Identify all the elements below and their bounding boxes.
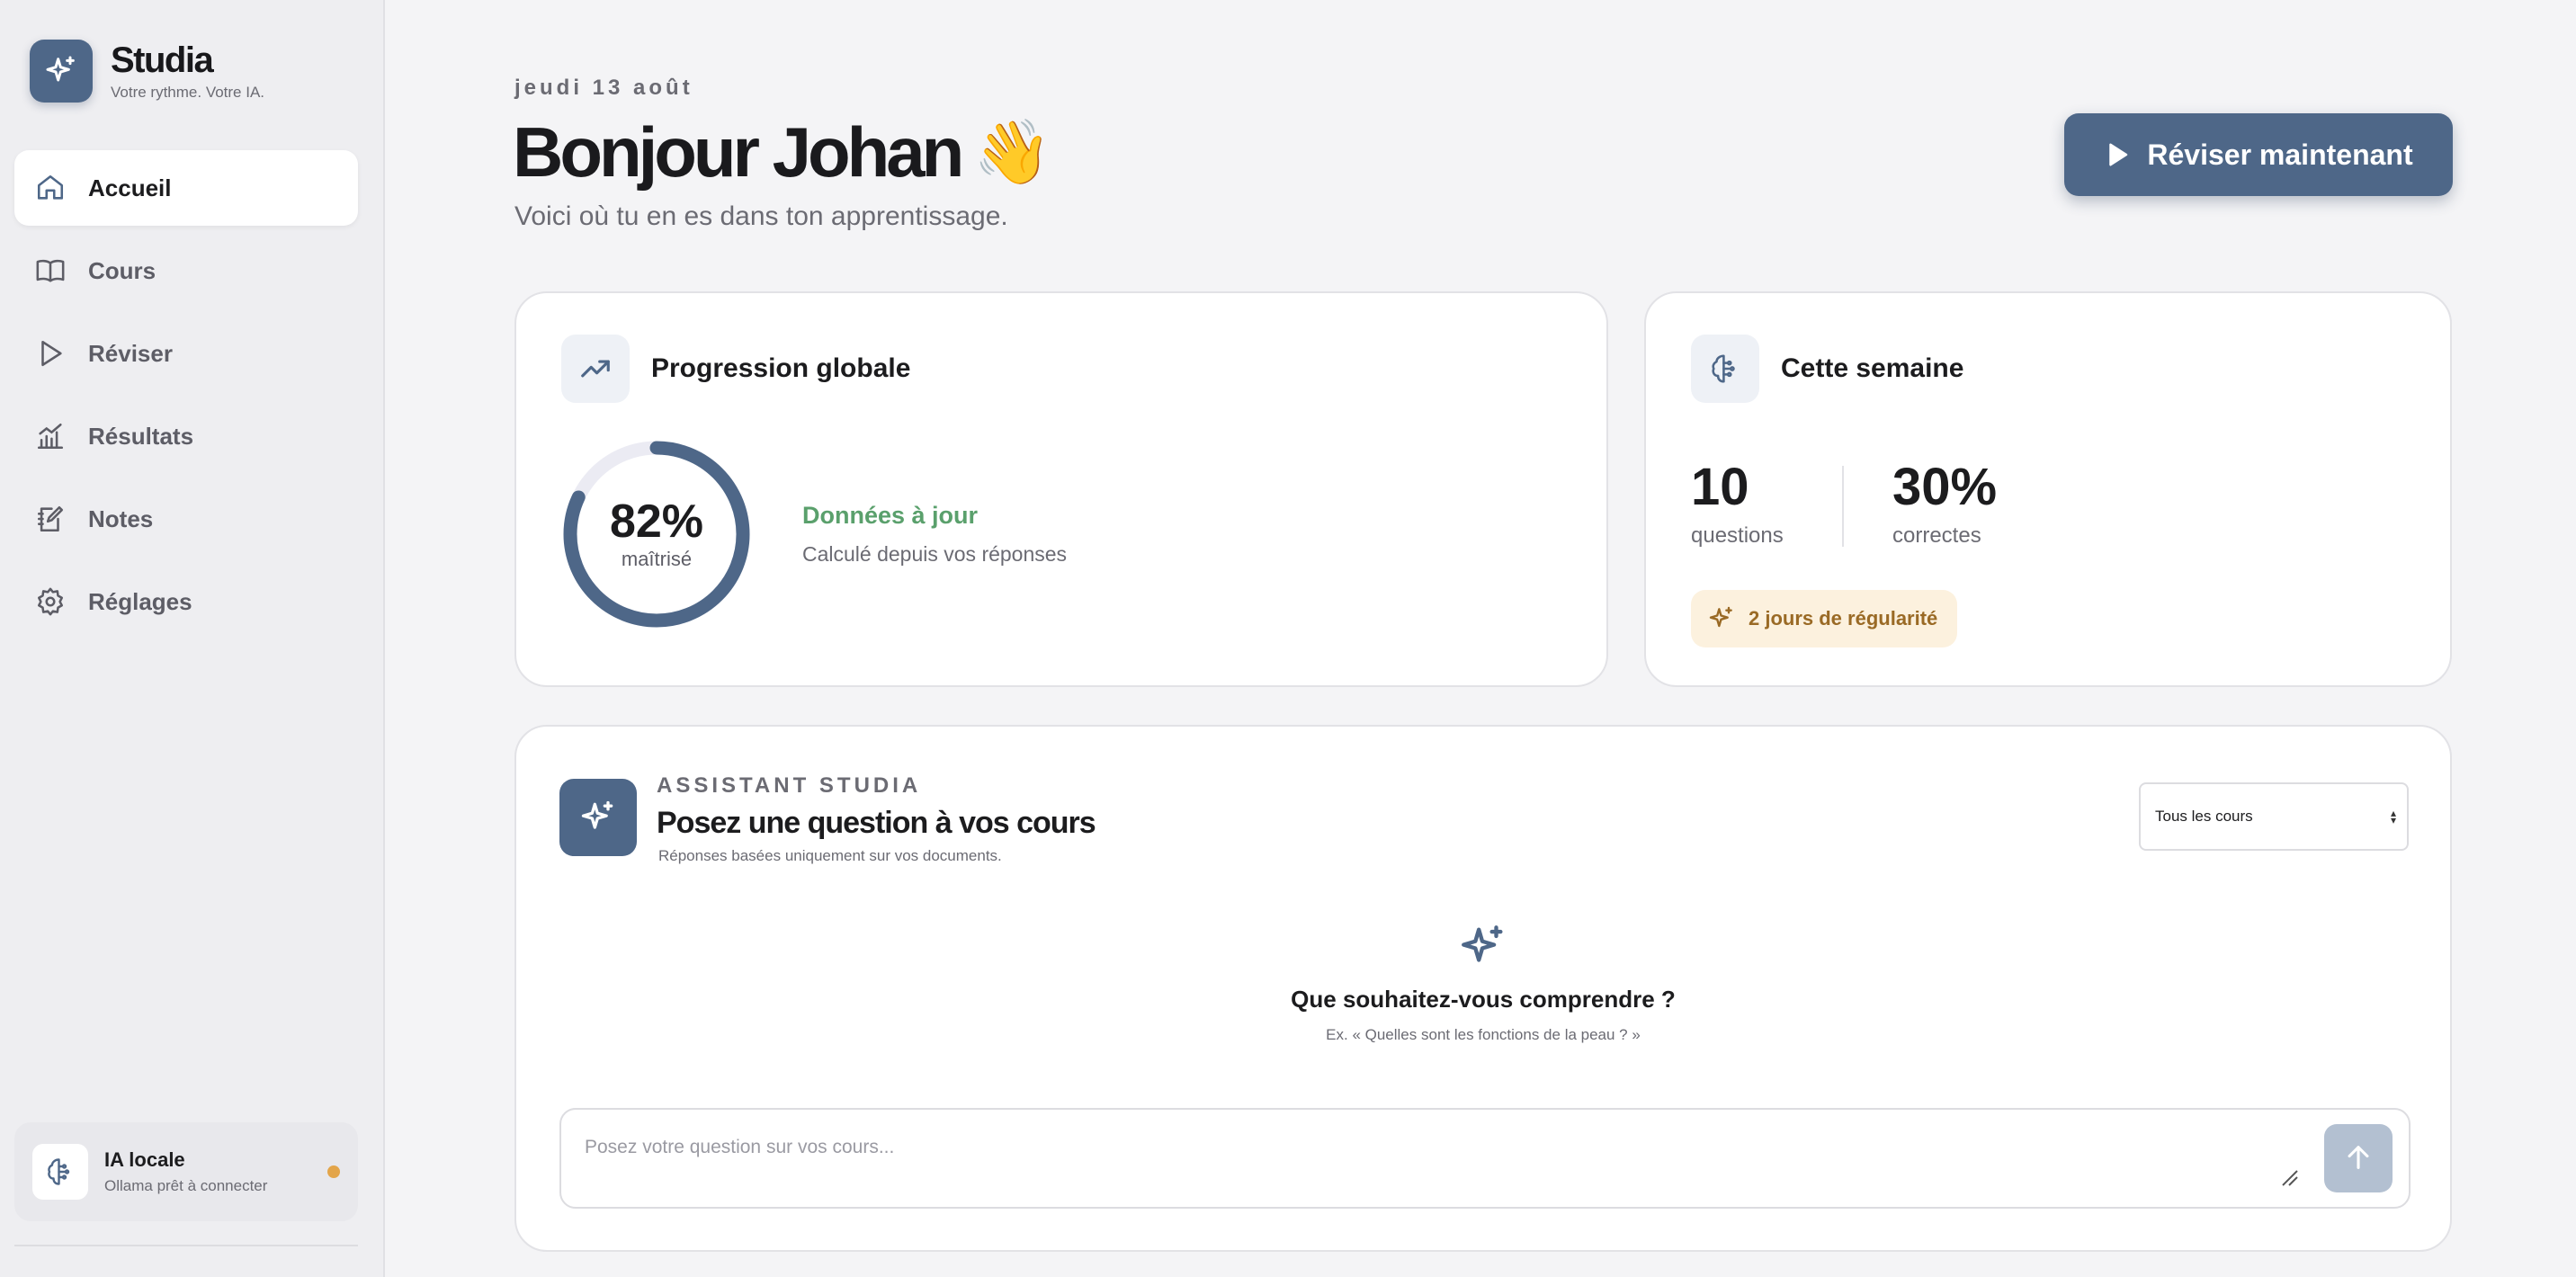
progress-caption: maîtrisé xyxy=(621,548,693,570)
sidebar-item-label: Notes xyxy=(88,505,154,532)
course-select-value: Tous les cours xyxy=(2155,808,2253,825)
empty-state-example: Ex. « Quelles sont les fonctions de la p… xyxy=(1326,1026,1641,1043)
gear-icon xyxy=(34,585,67,618)
page-subtitle: Voici où tu en es dans ton apprentissage… xyxy=(514,201,1008,231)
data-status-subtitle: Calculé depuis vos réponses xyxy=(802,542,1068,566)
sparkles-icon xyxy=(30,40,93,103)
play-icon xyxy=(34,337,67,370)
brand-name: Studia xyxy=(111,40,214,80)
current-date: jeudi 13 août xyxy=(514,76,693,100)
resize-handle-icon[interactable] xyxy=(2279,1167,2299,1187)
data-status-title: Données à jour xyxy=(802,502,979,529)
divider xyxy=(1842,466,1844,547)
questions-value: 10 xyxy=(1691,458,1749,516)
greeting-text: Bonjour Johan xyxy=(513,112,964,192)
empty-state: Que souhaitez-vous comprendre ? Ex. « Qu… xyxy=(516,921,2450,1044)
wave-emoji: 👋 xyxy=(973,115,1052,189)
question-input[interactable] xyxy=(585,1137,2294,1191)
brain-icon xyxy=(32,1144,88,1200)
sparkles-icon xyxy=(516,921,2450,973)
questions-label: questions xyxy=(1691,523,1784,548)
question-input-box xyxy=(559,1108,2411,1209)
brand-tagline: Votre rythme. Votre IA. xyxy=(111,84,265,101)
ai-status-card[interactable]: IA locale Ollama prêt à connecter xyxy=(14,1122,358,1221)
sidebar-item-label: Cours xyxy=(88,256,157,284)
home-icon xyxy=(34,172,67,204)
streak-badge: 2 jours de régularité xyxy=(1691,590,1958,647)
sidebar-item-label: Résultats xyxy=(88,422,194,450)
assistant-kicker: ASSISTANT STUDIA xyxy=(657,773,922,798)
correct-value: 30% xyxy=(1892,458,1998,516)
sidebar-item-cours[interactable]: Cours xyxy=(14,233,358,308)
correct-label: correctes xyxy=(1892,523,1981,548)
week-card: Cette semaine 10 questions 30% correctes… xyxy=(1644,291,2452,687)
status-dot xyxy=(327,1165,340,1178)
sparkles-icon xyxy=(1707,604,1736,633)
revise-now-button[interactable]: Réviser maintenant xyxy=(2064,113,2453,196)
assistant-subtitle: Réponses basées uniquement sur vos docum… xyxy=(658,847,1002,864)
ai-status-subtitle: Ollama prêt à connecter xyxy=(104,1177,268,1194)
page-title: Bonjour Johan 👋 xyxy=(513,112,1051,192)
divider xyxy=(14,1245,358,1246)
chart-icon xyxy=(34,420,67,452)
progress-percent: 82% xyxy=(609,496,704,548)
sidebar-item-reglages[interactable]: Réglages xyxy=(14,564,358,639)
brain-icon xyxy=(1691,335,1759,403)
sidebar: Studia Votre rythme. Votre IA. Accueil C… xyxy=(0,0,385,1277)
book-icon xyxy=(34,255,67,287)
sidebar-item-notes[interactable]: Notes xyxy=(14,481,358,557)
sidebar-item-label: Réglages xyxy=(88,587,192,615)
chevron-updown-icon: ▴ ▾ xyxy=(2390,807,2396,826)
sidebar-item-label: Réviser xyxy=(88,339,173,367)
progress-title: Progression globale xyxy=(651,353,911,383)
streak-label: 2 jours de régularité xyxy=(1749,607,1938,630)
questions-stat: 10 questions xyxy=(1691,459,1784,549)
sidebar-nav: Accueil Cours Réviser Résultats Notes Ré… xyxy=(14,150,358,647)
sidebar-item-accueil[interactable]: Accueil xyxy=(14,150,358,226)
assistant-card: ASSISTANT STUDIA Posez une question à vo… xyxy=(514,725,2452,1252)
ai-status-title: IA locale xyxy=(104,1148,185,1171)
sidebar-item-resultats[interactable]: Résultats xyxy=(14,398,358,474)
brand[interactable]: Studia Votre rythme. Votre IA. xyxy=(30,40,264,103)
note-icon xyxy=(34,503,67,535)
trending-up-icon xyxy=(561,335,630,403)
revise-now-label: Réviser maintenant xyxy=(2147,138,2413,171)
sidebar-item-label: Accueil xyxy=(88,174,172,201)
sidebar-item-reviser[interactable]: Réviser xyxy=(14,316,358,391)
correct-stat: 30% correctes xyxy=(1892,459,1997,549)
assistant-title: Posez une question à vos cours xyxy=(657,806,1096,840)
course-select[interactable]: Tous les cours ▴ ▾ xyxy=(2139,782,2409,851)
sparkles-icon xyxy=(559,779,637,856)
empty-state-title: Que souhaitez-vous comprendre ? xyxy=(1291,986,1676,1013)
progress-card: Progression globale 82% maîtrisé Données… xyxy=(514,291,1608,687)
week-title: Cette semaine xyxy=(1781,353,1964,383)
play-icon xyxy=(2104,141,2131,168)
arrow-up-icon xyxy=(2343,1142,2374,1175)
send-button[interactable] xyxy=(2324,1124,2393,1192)
